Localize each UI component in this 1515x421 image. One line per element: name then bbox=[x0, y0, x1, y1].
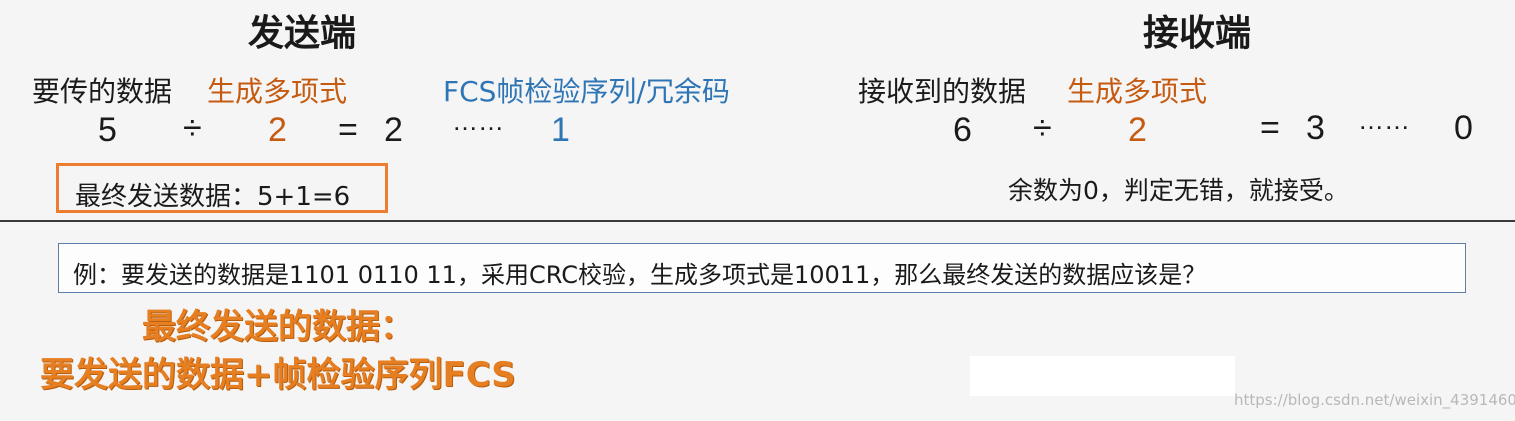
receiver-poly-label: 生成多项式 bbox=[1067, 75, 1208, 108]
receiver-divisor: 2 bbox=[1128, 111, 1147, 149]
sender-dots: …… bbox=[452, 106, 504, 136]
sender-final-box: 最终发送数据：5+1=6 bbox=[56, 163, 388, 213]
receiver-dots: …… bbox=[1358, 105, 1410, 135]
receiver-header: 接收端 bbox=[1143, 13, 1252, 54]
receiver-equals: = bbox=[1260, 109, 1280, 147]
sender-data-label: 要传的数据 bbox=[32, 75, 173, 108]
answer-line-2: 要发送的数据+帧检验序列FCS bbox=[40, 355, 516, 395]
receiver-remainder: 0 bbox=[1454, 109, 1473, 147]
blank-panel bbox=[970, 356, 1235, 396]
question-text: 例：要发送的数据是1101 0110 11，采用CRC校验，生成多项式是1001… bbox=[73, 261, 1207, 289]
sender-final-text: 最终发送数据：5+1=6 bbox=[75, 182, 351, 212]
sender-header: 发送端 bbox=[248, 13, 357, 54]
receiver-quotient: 3 bbox=[1306, 109, 1325, 147]
sender-quotient: 2 bbox=[384, 111, 403, 149]
sender-remainder: 1 bbox=[551, 111, 570, 149]
sender-fcs-label: FCS帧检验序列/冗余码 bbox=[443, 75, 730, 108]
sender-dividend: 5 bbox=[98, 111, 117, 149]
section-divider bbox=[0, 220, 1515, 222]
watermark: https://blog.csdn.net/weixin_43914604 bbox=[1234, 391, 1515, 409]
answer-line-1: 最终发送的数据： bbox=[142, 307, 414, 347]
sender-poly-label: 生成多项式 bbox=[207, 75, 348, 108]
sender-equals: = bbox=[338, 111, 358, 149]
receiver-dividend: 6 bbox=[953, 111, 972, 149]
receiver-data-label: 接收到的数据 bbox=[858, 75, 1027, 108]
receiver-division-sign: ÷ bbox=[1033, 109, 1052, 147]
sender-divisor: 2 bbox=[268, 111, 287, 149]
question-box: 例：要发送的数据是1101 0110 11，采用CRC校验，生成多项式是1001… bbox=[58, 243, 1466, 293]
sender-division-sign: ÷ bbox=[183, 109, 202, 147]
receiver-result-text: 余数为0，判定无错，就接受。 bbox=[1008, 176, 1349, 205]
